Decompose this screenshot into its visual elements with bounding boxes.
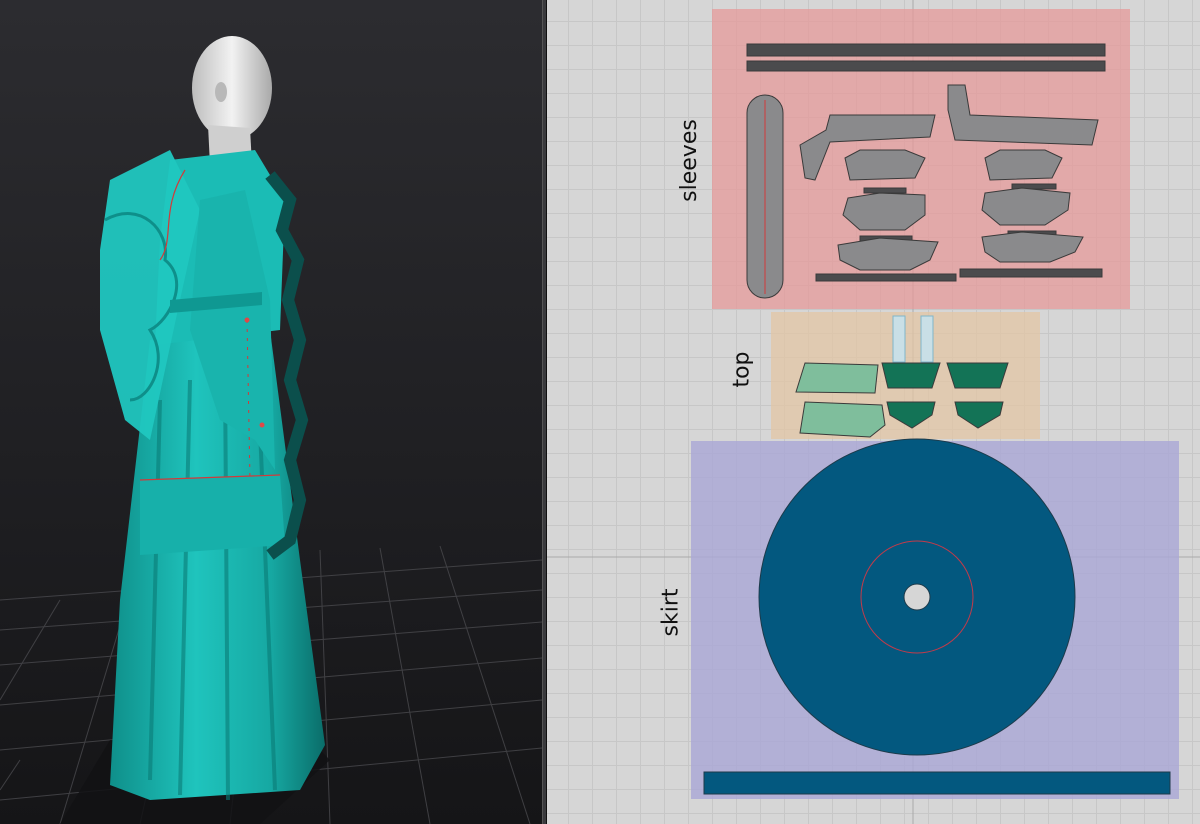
garment-dress [100,150,325,801]
group-label-top: top [729,351,755,388]
group-label-skirt: skirt [658,588,684,637]
pattern-canvas [547,0,1200,824]
2d-pattern-window[interactable]: sleeves top skirt [547,0,1200,824]
group-label-sleeves: sleeves [676,119,702,202]
3d-viewport[interactable] [0,0,542,824]
3d-scene [0,36,542,824]
